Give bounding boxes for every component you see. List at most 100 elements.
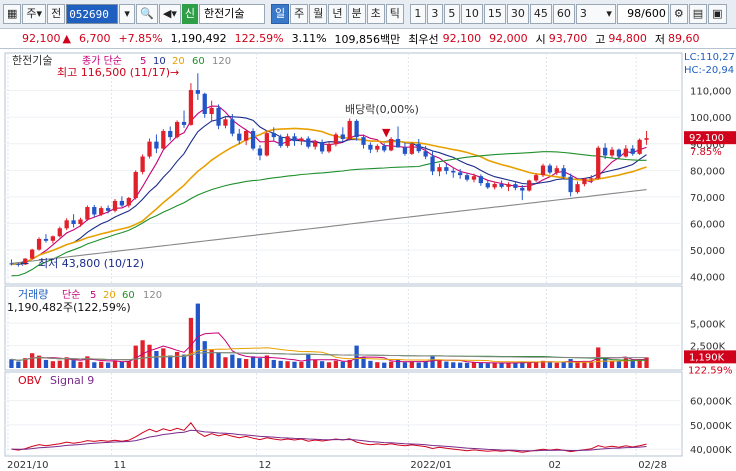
market-select[interactable]: 전	[47, 4, 66, 24]
candle-body	[92, 207, 97, 215]
period-year-button[interactable]: 년	[328, 4, 347, 24]
volume-bar	[237, 358, 242, 368]
candle-body	[244, 131, 249, 141]
candle-body	[161, 131, 166, 149]
ma60-label: 60	[192, 56, 205, 67]
volume-bar	[313, 359, 318, 368]
volume-bar	[388, 361, 394, 368]
minute-15-button[interactable]: 15	[483, 4, 506, 24]
period-day-button[interactable]: 일	[271, 4, 290, 24]
candle-body	[561, 168, 566, 177]
obv-y-tick: 60,000K	[690, 397, 732, 408]
candle-body	[209, 107, 214, 114]
candle-body	[126, 197, 131, 206]
price-y-tick: 80,000	[690, 166, 725, 177]
price-panel-title: 한전기술	[12, 54, 52, 67]
volume-bar	[85, 356, 90, 368]
volume-bar	[209, 349, 214, 368]
window-icon[interactable]: ▣	[708, 4, 727, 24]
vol-ma5-label: 5	[90, 290, 96, 301]
volume-bar	[174, 351, 180, 368]
candle-body	[292, 136, 297, 142]
volume-bar	[451, 362, 456, 368]
candle-body	[513, 184, 518, 188]
change-percent: +7.85%	[118, 32, 163, 45]
candle-body	[395, 138, 401, 148]
period-week-button[interactable]: 주	[290, 4, 309, 24]
candle-body	[202, 93, 207, 114]
period-month-button[interactable]: 월	[309, 4, 328, 24]
candle-body	[306, 138, 311, 147]
candle-body	[36, 238, 42, 250]
volume-value-label: 1,190,482주(122,59%)	[7, 301, 131, 314]
search-icon[interactable]: 🔍	[136, 4, 158, 24]
code-dropdown-icon[interactable]: ▾	[119, 4, 136, 24]
candle-body	[140, 156, 145, 172]
candle-body	[464, 175, 470, 180]
stock-chart[interactable]: →←▼ 한전기술 종가 단순 5 10 20 60 120 최고 116,500…	[0, 50, 736, 471]
candle-body	[451, 170, 456, 173]
period-tick-button[interactable]: 틱	[385, 4, 404, 24]
candle-body	[147, 141, 152, 157]
volume-bar	[9, 359, 14, 368]
volume-bar	[616, 361, 622, 368]
volume-bar	[126, 361, 131, 368]
chart-area[interactable]: → ← ▼ 한전기술 종가 단순 5 10 20 60 120 최고 116,500…	[0, 50, 736, 471]
best-ask-label: 최우선	[408, 32, 439, 46]
chart-type-icon[interactable]: ▦	[3, 4, 22, 24]
settings-icon[interactable]: ⚙	[669, 4, 688, 24]
obv-y-tick: 50,000K	[690, 421, 732, 432]
volume-bar	[437, 359, 442, 368]
candle-body	[195, 90, 200, 94]
price-y-tick: 50,000	[690, 246, 725, 257]
candle-body	[119, 200, 125, 206]
volume-bar	[168, 355, 173, 368]
minute-60-button[interactable]: 60	[552, 4, 575, 24]
stock-code-input[interactable]	[66, 4, 119, 24]
candle-body	[623, 148, 628, 157]
volume-bar	[582, 362, 587, 368]
minute-1-button[interactable]: 1	[409, 4, 426, 24]
candle-body	[499, 183, 504, 187]
volume-bar	[112, 360, 118, 368]
minute-45-button[interactable]: 45	[529, 4, 552, 24]
volume-bar	[319, 361, 325, 368]
volume-bar	[409, 361, 414, 368]
minute-10-button[interactable]: 10	[460, 4, 483, 24]
minute-3-button[interactable]: 3	[426, 4, 443, 24]
speaker-icon[interactable]: ◀▾	[158, 4, 181, 24]
candle-body	[264, 133, 270, 156]
grid-icon[interactable]: ▤	[688, 4, 708, 24]
min-arrow-icon: ←	[20, 257, 29, 270]
volume-bar	[609, 360, 615, 368]
candle-body	[230, 119, 235, 134]
candle-body	[444, 167, 449, 171]
candle-body	[492, 183, 497, 188]
candle-body	[313, 142, 318, 147]
candle-body	[299, 138, 304, 142]
period-second-button[interactable]: 초	[366, 4, 385, 24]
new-badge: 신	[181, 4, 198, 24]
data-count: 98/600	[616, 4, 669, 24]
ma120-label: 120	[212, 56, 231, 67]
mode-select[interactable]: 주 ▾	[22, 4, 47, 24]
volume-bar	[326, 362, 332, 368]
price-y-tick: 60,000	[690, 220, 725, 231]
price-y-tick: 40,000	[690, 273, 725, 284]
volume-ma-label: 단순	[62, 289, 80, 301]
best-bid: 92,000	[489, 32, 528, 45]
minute-5-button[interactable]: 5	[443, 4, 460, 24]
period-minute-button[interactable]: 분	[347, 4, 366, 24]
volume-bar	[471, 362, 477, 368]
volume-bar	[202, 341, 207, 368]
high-label: 고	[595, 32, 606, 46]
candle-body	[416, 144, 421, 152]
candle-body	[575, 184, 580, 193]
minute-30-button[interactable]: 30	[506, 4, 529, 24]
volume-bar	[458, 362, 463, 368]
interval-select[interactable]: 3 ▾	[575, 4, 616, 24]
candle-body	[105, 208, 111, 211]
volume-bar	[50, 361, 56, 368]
x-axis-label: 02	[548, 460, 561, 471]
candle-body	[188, 90, 194, 125]
